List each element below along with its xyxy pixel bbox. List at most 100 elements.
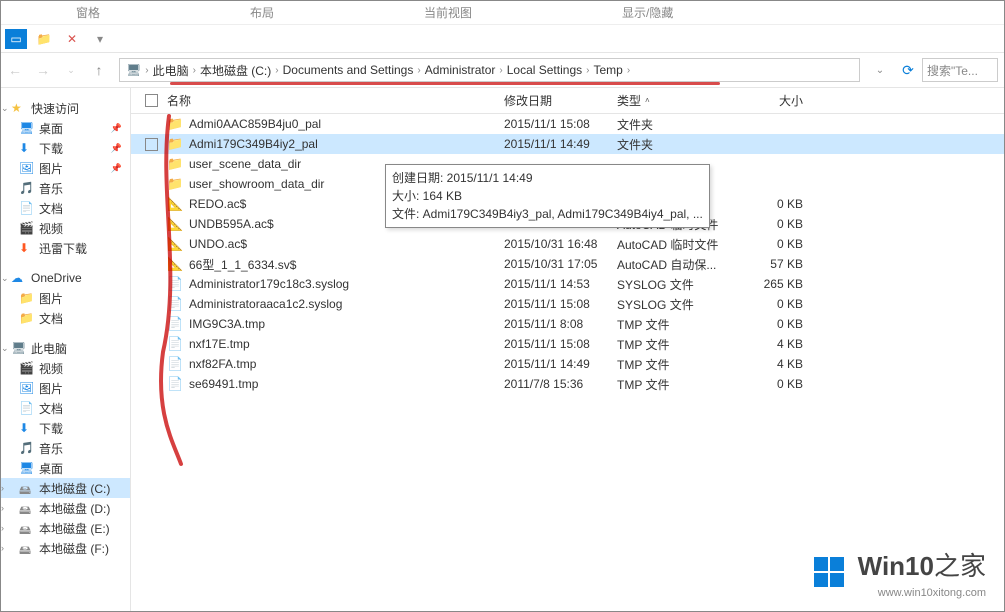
sidebar-item-music[interactable]: 🎵音乐	[1, 178, 130, 198]
pin-icon: 📌	[111, 163, 122, 174]
sidebar-item-desktop[interactable]: 🖥桌面📌	[1, 118, 130, 138]
pc-icon: 🖥	[11, 341, 25, 355]
forward-button[interactable]: →	[29, 56, 57, 84]
search-input[interactable]: 搜索"Te...	[922, 58, 998, 82]
table-row[interactable]: 📄IMG9C3A.tmp2015/11/1 8:08TMP 文件0 KB	[131, 314, 1004, 334]
file-type: AutoCAD 临时文件	[617, 236, 733, 253]
logo-text: Win10之家	[858, 551, 986, 581]
file-size: 4 KB	[733, 357, 813, 371]
chevron-right-icon[interactable]: ›	[275, 65, 278, 76]
back-button[interactable]: ←	[1, 56, 29, 84]
file-icon: 📄	[167, 276, 183, 292]
sort-asc-icon: ˄	[645, 96, 650, 105]
table-row[interactable]: 📐66型_1_1_6334.sv$2015/10/31 17:05AutoCAD…	[131, 254, 1004, 274]
sidebar-item-pictures[interactable]: 🖼图片	[1, 378, 130, 398]
up-button[interactable]: ↑	[85, 56, 113, 84]
sidebar-item-videos[interactable]: 🎬视频	[1, 358, 130, 378]
chevron-right-icon[interactable]: ›	[193, 65, 196, 76]
table-row[interactable]: 📄Administratoraaca1c2.syslog2015/11/1 15…	[131, 294, 1004, 314]
chevron-right-icon[interactable]: ›	[417, 65, 420, 76]
qat-delete-button[interactable]: ✕	[61, 29, 83, 49]
table-row[interactable]: 📁Admi0AAC859B4ju0_pal2015/11/1 15:08文件夹	[131, 114, 1004, 134]
bc-temp[interactable]: Temp	[593, 63, 622, 77]
file-name: Administratoraaca1c2.syslog	[189, 297, 504, 311]
file-type: SYSLOG 文件	[617, 276, 733, 293]
bc-administrator[interactable]: Administrator	[425, 63, 496, 77]
table-row[interactable]: 📄nxf82FA.tmp2015/11/1 14:49TMP 文件4 KB	[131, 354, 1004, 374]
file-size: 57 KB	[733, 257, 813, 271]
sidebar-item-disk-d[interactable]: ›🖴本地磁盘 (D:)	[1, 498, 130, 518]
bc-docs-settings[interactable]: Documents and Settings	[283, 63, 414, 77]
chevron-right-icon[interactable]: ›	[499, 65, 502, 76]
sidebar-item-music[interactable]: 🎵音乐	[1, 438, 130, 458]
xunlei-icon: ⬇	[19, 241, 33, 255]
file-size: 4 KB	[733, 337, 813, 351]
table-row[interactable]: 📐UNDO.ac$2015/10/31 16:48AutoCAD 临时文件0 K…	[131, 234, 1004, 254]
sidebar-item-od-docs[interactable]: 📁文档	[1, 308, 130, 328]
file-name: IMG9C3A.tmp	[189, 317, 504, 331]
sidebar-item-disk-e[interactable]: ›🖴本地磁盘 (E:)	[1, 518, 130, 538]
sidebar-item-disk-f[interactable]: ›🖴本地磁盘 (F:)	[1, 538, 130, 558]
desktop-icon: 🖥	[19, 461, 33, 475]
sidebar-item-documents[interactable]: 📄文档	[1, 398, 130, 418]
breadcrumb-dropdown[interactable]: ⌄	[866, 56, 894, 84]
qat-folder-icon[interactable]: 📁	[33, 29, 55, 49]
col-name[interactable]: 名称	[167, 92, 504, 109]
sidebar-item-videos[interactable]: 🎬视频	[1, 218, 130, 238]
breadcrumb[interactable]: 🖥 › 此电脑 › 本地磁盘 (C:) › Documents and Sett…	[119, 58, 860, 82]
tab-show-hide[interactable]: 显示/隐藏	[622, 4, 673, 21]
sidebar-item-disk-c[interactable]: ›🖴本地磁盘 (C:)	[1, 478, 130, 498]
dwg-icon: 📐	[167, 216, 183, 232]
file-type: 文件夹	[617, 136, 733, 153]
file-date: 2015/11/1 15:08	[504, 337, 617, 351]
refresh-button[interactable]: ⟳	[894, 56, 922, 84]
table-row[interactable]: 📄se69491.tmp2011/7/8 15:36TMP 文件0 KB	[131, 374, 1004, 394]
col-date[interactable]: 修改日期	[504, 92, 617, 109]
sidebar-item-label: 下载	[39, 420, 63, 437]
file-type: TMP 文件	[617, 376, 733, 393]
music-icon: 🎵	[19, 441, 33, 455]
sidebar-item-desktop[interactable]: 🖥桌面	[1, 458, 130, 478]
sidebar-this-pc[interactable]: ⌄🖥此电脑	[1, 338, 130, 358]
sidebar-item-label: 本地磁盘 (D:)	[39, 500, 110, 517]
tab-layout[interactable]: 布局	[250, 4, 274, 21]
chevron-right-icon[interactable]: ›	[145, 65, 148, 76]
disk-icon: 🖴	[19, 481, 33, 495]
bc-disk-c[interactable]: 本地磁盘 (C:)	[200, 62, 271, 79]
folder-icon: 📁	[167, 176, 183, 192]
tab-panes[interactable]: 窗格	[76, 4, 100, 21]
file-size: 0 KB	[733, 317, 813, 331]
file-menu-button[interactable]: ▭	[5, 29, 27, 49]
annotation-underline	[170, 82, 720, 85]
sidebar-item-downloads[interactable]: ⬇下载📌	[1, 138, 130, 158]
cloud-icon: ☁	[11, 271, 25, 285]
sidebar-item-od-pictures[interactable]: 📁图片	[1, 288, 130, 308]
tab-current-view[interactable]: 当前视图	[424, 4, 472, 21]
star-icon: ★	[11, 101, 25, 115]
row-checkbox[interactable]	[145, 138, 158, 151]
select-all-checkbox[interactable]	[145, 94, 158, 107]
file-date: 2015/11/1 14:49	[504, 357, 617, 371]
table-row[interactable]: 📄Administrator179c18c3.syslog2015/11/1 1…	[131, 274, 1004, 294]
sidebar-item-downloads[interactable]: ⬇下载	[1, 418, 130, 438]
file-date: 2015/10/31 17:05	[504, 257, 617, 271]
col-type[interactable]: 类型 ˄	[617, 92, 733, 109]
recent-dropdown[interactable]: ⌄	[57, 56, 85, 84]
table-row[interactable]: 📄nxf17E.tmp2015/11/1 15:08TMP 文件4 KB	[131, 334, 1004, 354]
folder-icon: 📁	[167, 156, 183, 172]
desktop-icon: 🖥	[19, 121, 33, 135]
chevron-right-icon[interactable]: ›	[627, 65, 630, 76]
sidebar-item-label: 图片	[39, 290, 63, 307]
bc-thispc[interactable]: 此电脑	[153, 62, 189, 79]
sidebar-quick-access[interactable]: ⌄★快速访问	[1, 98, 130, 118]
sidebar-item-xunlei[interactable]: ⬇迅雷下载	[1, 238, 130, 258]
chevron-right-icon[interactable]: ›	[586, 65, 589, 76]
bc-local-settings[interactable]: Local Settings	[507, 63, 582, 77]
sidebar-item-documents[interactable]: 📄文档	[1, 198, 130, 218]
file-name: nxf82FA.tmp	[189, 357, 504, 371]
table-row[interactable]: 📁Admi179C349B4iy2_pal2015/11/1 14:49文件夹	[131, 134, 1004, 154]
qat-dropdown[interactable]: ▾	[89, 29, 111, 49]
col-size[interactable]: 大小	[733, 92, 813, 109]
sidebar-onedrive[interactable]: ⌄☁OneDrive	[1, 268, 130, 288]
sidebar-item-pictures[interactable]: 🖼图片📌	[1, 158, 130, 178]
